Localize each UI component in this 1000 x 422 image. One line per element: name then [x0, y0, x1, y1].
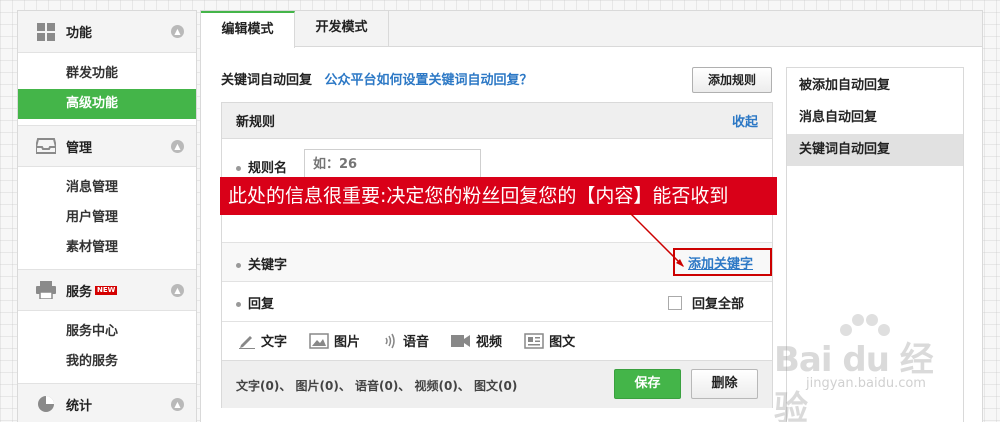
tab-edit-mode[interactable]: 编辑模式 [201, 11, 295, 48]
pencil-icon [238, 333, 256, 349]
sidebar-item-materials[interactable]: 素材管理 [18, 233, 196, 263]
watermark-url: jingyan.baidu.com [806, 376, 926, 391]
page-title: 关键词自动回复 公众平台如何设置关键词自动回复？ [221, 69, 533, 88]
help-link[interactable]: 公众平台如何设置关键词自动回复？ [325, 73, 533, 88]
bullet-icon [236, 302, 241, 307]
chevron-up-icon[interactable]: ▲ [171, 284, 184, 297]
sidebar-section-service[interactable]: 服务 NEW ▲ [18, 269, 196, 311]
pie-chart-icon [36, 395, 56, 413]
collapse-link[interactable]: 收起 [732, 111, 758, 130]
add-rule-button[interactable]: 添加规则 [692, 67, 772, 93]
grid-icon [36, 22, 56, 41]
tool-label: 视频 [476, 335, 503, 350]
sidebar-item-advanced[interactable]: 高级功能 [18, 89, 196, 119]
menu-item-added-reply[interactable]: 被添加自动回复 [787, 70, 963, 102]
sidebar-sublist-manage: 消息管理 用户管理 素材管理 [18, 167, 196, 269]
bullet-icon [236, 263, 241, 268]
highlight-box [673, 248, 772, 276]
rule-panel-title: 新规则 [236, 115, 276, 130]
delete-button[interactable]: 删除 [691, 369, 758, 399]
reply-label: 回复 [236, 293, 274, 312]
rule-panel-header: 新规则 收起 [222, 103, 772, 139]
printer-icon [36, 281, 56, 299]
divider [222, 321, 772, 322]
rule-name-label: 规则名 [236, 157, 287, 176]
sound-wave-icon [382, 333, 398, 349]
video-camera-icon [451, 334, 471, 348]
reply-type-toolbar: 文字 图片 语音 视频 图文 [238, 331, 597, 350]
tool-image[interactable]: 图片 [309, 331, 360, 350]
sidebar-section-features[interactable]: 功能 ▲ [18, 11, 196, 53]
sidebar-item-service-center[interactable]: 服务中心 [18, 317, 196, 347]
new-badge: NEW [95, 285, 118, 295]
sidebar-section-title: 功能 [66, 26, 93, 41]
reply-label-text: 回复 [248, 297, 275, 312]
mode-tabs: 编辑模式 开发模式 [201, 11, 982, 48]
annotation-banner: 此处的信息很重要:决定您的粉丝回复您的【内容】能否收到 [220, 177, 777, 215]
sidebar-section-title: 服务 [66, 284, 93, 300]
reply-all-label: 回复全部 [692, 297, 745, 312]
sidebar-sublist-service: 服务中心 我的服务 [18, 311, 196, 383]
sidebar-sublist-features: 群发功能 高级功能 [18, 53, 196, 125]
tool-voice[interactable]: 语音 [382, 331, 429, 350]
sidebar-section-title: 统计 [66, 398, 93, 414]
checkbox[interactable] [668, 295, 682, 310]
rule-panel: 新规则 收起 规则名 关键字 添加关键字 回复 回复全部 文字 [221, 102, 773, 408]
save-button[interactable]: 保存 [614, 369, 681, 399]
reply-count-summary: 文字(0)、 图片(0)、 语音(0)、 视频(0)、 图文(0) [236, 379, 518, 393]
rule-panel-footer: 文字(0)、 图片(0)、 语音(0)、 视频(0)、 图文(0) 保存 删除 [222, 360, 772, 408]
sidebar-section-manage[interactable]: 管理 ▲ [18, 125, 196, 167]
article-icon [524, 332, 544, 349]
rule-name-label-text: 规则名 [248, 161, 288, 176]
baidu-watermark: Bai du 经验 jingyan.baidu.com [762, 312, 962, 422]
tool-label: 图片 [334, 335, 361, 350]
keyword-label: 关键字 [236, 254, 287, 273]
inbox-icon [36, 137, 56, 155]
sidebar-item-my-services[interactable]: 我的服务 [18, 347, 196, 377]
sidebar-item-mass-send[interactable]: 群发功能 [18, 59, 196, 89]
sidebar: 功能 ▲ 群发功能 高级功能 管理 ▲ 消息管理 用户管理 素材管理 服务 NE… [17, 10, 197, 422]
sidebar-item-users[interactable]: 用户管理 [18, 203, 196, 233]
chevron-up-icon[interactable]: ▲ [171, 398, 184, 411]
tab-dev-mode[interactable]: 开发模式 [295, 11, 389, 47]
image-icon [309, 332, 329, 349]
keyword-label-text: 关键字 [248, 258, 288, 273]
menu-item-keyword-reply[interactable]: 关键词自动回复 [787, 134, 963, 166]
tool-video[interactable]: 视频 [451, 331, 502, 350]
tool-text[interactable]: 文字 [238, 331, 287, 350]
page-title-text: 关键词自动回复 [221, 73, 313, 88]
chevron-up-icon[interactable]: ▲ [171, 140, 184, 153]
sidebar-section-stats[interactable]: 统计 ▲ [18, 383, 196, 422]
tool-label: 文字 [261, 335, 288, 350]
tool-news[interactable]: 图文 [524, 331, 575, 350]
sidebar-item-messages[interactable]: 消息管理 [18, 173, 196, 203]
tool-label: 语音 [403, 335, 430, 350]
tool-label: 图文 [549, 335, 576, 350]
reply-all-checkbox[interactable]: 回复全部 [668, 293, 744, 312]
chevron-up-icon[interactable]: ▲ [171, 25, 184, 38]
rule-name-input[interactable] [304, 149, 481, 179]
sidebar-section-title: 管理 [66, 140, 93, 156]
menu-item-message-reply[interactable]: 消息自动回复 [787, 102, 963, 134]
bullet-icon [236, 166, 241, 171]
